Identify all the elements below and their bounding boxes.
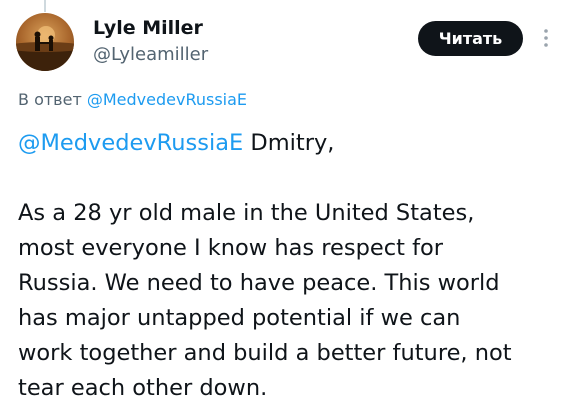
tweet-text-line: As a 28 yr old male in the United States… [18, 200, 475, 226]
tweet-text-line: most everyone I know has respect for [18, 235, 444, 261]
more-vertical-icon[interactable] [540, 27, 552, 49]
author-display-name[interactable]: Lyle Miller [93, 16, 208, 40]
author-handle[interactable]: @Lyleamiller [93, 42, 208, 68]
author-info: Lyle Miller @Lyleamiller [93, 16, 208, 68]
avatar[interactable] [16, 13, 74, 71]
tweet-greeting-line: @MedvedevRussiaE Dmitry, [18, 126, 568, 161]
reply-prefix: В ответ [18, 90, 82, 109]
tweet-greeting: Dmitry, [250, 130, 335, 156]
tweet-text-line: Russia. We need to have peace. This worl… [18, 270, 500, 296]
reply-mention-link[interactable]: @MedvedevRussiaE [87, 90, 247, 109]
tweet-text-line: has major untapped potential if we can [18, 305, 461, 331]
read-button[interactable]: Читать [418, 21, 523, 56]
tweet-mention-link[interactable]: @MedvedevRussiaE [18, 130, 243, 156]
reply-context: В ответ @MedvedevRussiaE [18, 89, 247, 111]
tweet: Lyle Miller @Lyleamiller Читать В ответ … [0, 0, 576, 413]
tweet-text-line: work together and build a better future,… [18, 340, 512, 366]
tweet-body: @MedvedevRussiaE Dmitry, As a 28 yr old … [18, 126, 568, 406]
tweet-text-line: tear each other down. [18, 375, 268, 401]
